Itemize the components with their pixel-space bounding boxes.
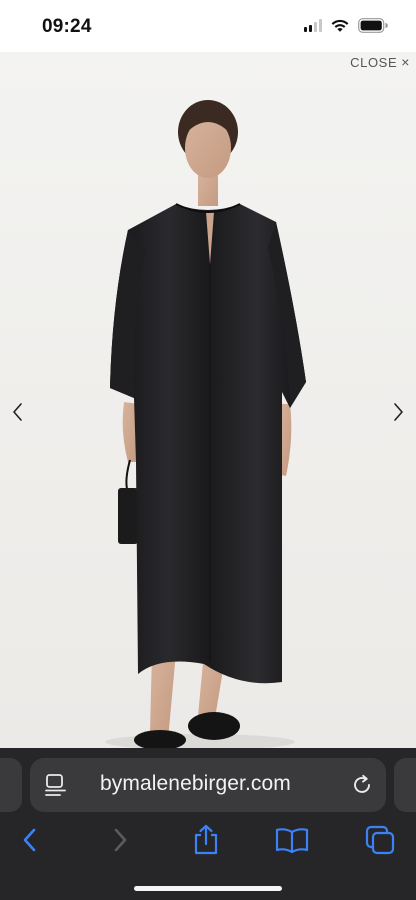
product-photo [0,52,416,748]
reload-icon[interactable] [350,773,374,802]
browser-toolbar [0,820,416,860]
reader-mode-icon[interactable] [45,773,67,802]
bookmarks-icon [275,828,309,854]
close-label: CLOSE [350,54,398,70]
url-text: bymalenebirger.com [100,772,291,795]
chevron-left-icon [13,403,22,421]
next-image-button[interactable] [388,400,408,424]
forward-button[interactable] [102,822,138,858]
close-button[interactable]: CLOSE × [350,54,410,70]
status-icons [304,18,388,33]
tabs-button[interactable] [362,822,398,858]
close-icon: × [401,54,410,70]
share-icon [194,824,218,855]
back-button[interactable] [12,822,48,858]
product-image-viewer: CLOSE × [0,52,416,748]
share-button[interactable] [188,822,224,858]
battery-icon [358,18,388,33]
wifi-icon [330,18,350,33]
home-indicator [134,886,282,891]
tabs-icon [365,825,395,855]
forward-arrow-icon [114,828,127,852]
back-arrow-icon [23,828,36,852]
previous-image-button[interactable] [8,400,28,424]
chevron-right-icon [394,403,403,421]
bookmarks-button[interactable] [274,822,310,858]
status-time: 09:24 [42,16,92,37]
previous-tab-peek[interactable] [0,758,22,812]
address-bar[interactable]: bymalenebirger.com [30,758,386,812]
browser-bottom-bar: bymalenebirger.com [0,748,416,900]
cellular-signal-icon [304,19,322,32]
next-tab-peek[interactable] [394,758,416,812]
status-bar: 09:24 [0,0,416,52]
